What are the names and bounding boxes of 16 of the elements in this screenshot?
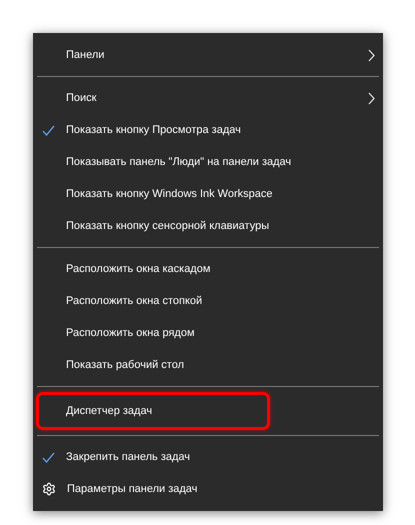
menu-item[interactable]: Показать рабочий стол [33,349,383,381]
menu-item[interactable]: Закрепить панель задач [33,441,383,473]
chevron-right-icon [368,48,375,62]
menu-item[interactable]: Показать кнопку сенсорной клавиатуры [33,210,383,242]
settings-icon [42,482,56,496]
menu-item[interactable]: Поиск [33,82,383,114]
menu-item[interactable]: Диспетчер задач [39,395,267,427]
menu-item[interactable]: Параметры панели задач [33,473,383,505]
chevron-right-icon [368,92,375,104]
menu-item[interactable]: Расположить окна рядом [33,317,383,349]
menu-item[interactable]: Показать кнопку Просмотра задач [33,114,383,146]
menu-item[interactable]: Показывать панель "Люди" на панели задач [33,146,383,178]
menu-item[interactable]: Расположить окна стопкой [33,285,383,317]
menu-item[interactable]: Панели [33,39,383,71]
menu-item[interactable]: Показать кнопку Windows Ink Workspace [33,178,383,210]
menu-item[interactable]: Расположить окна каскадом [33,253,383,285]
